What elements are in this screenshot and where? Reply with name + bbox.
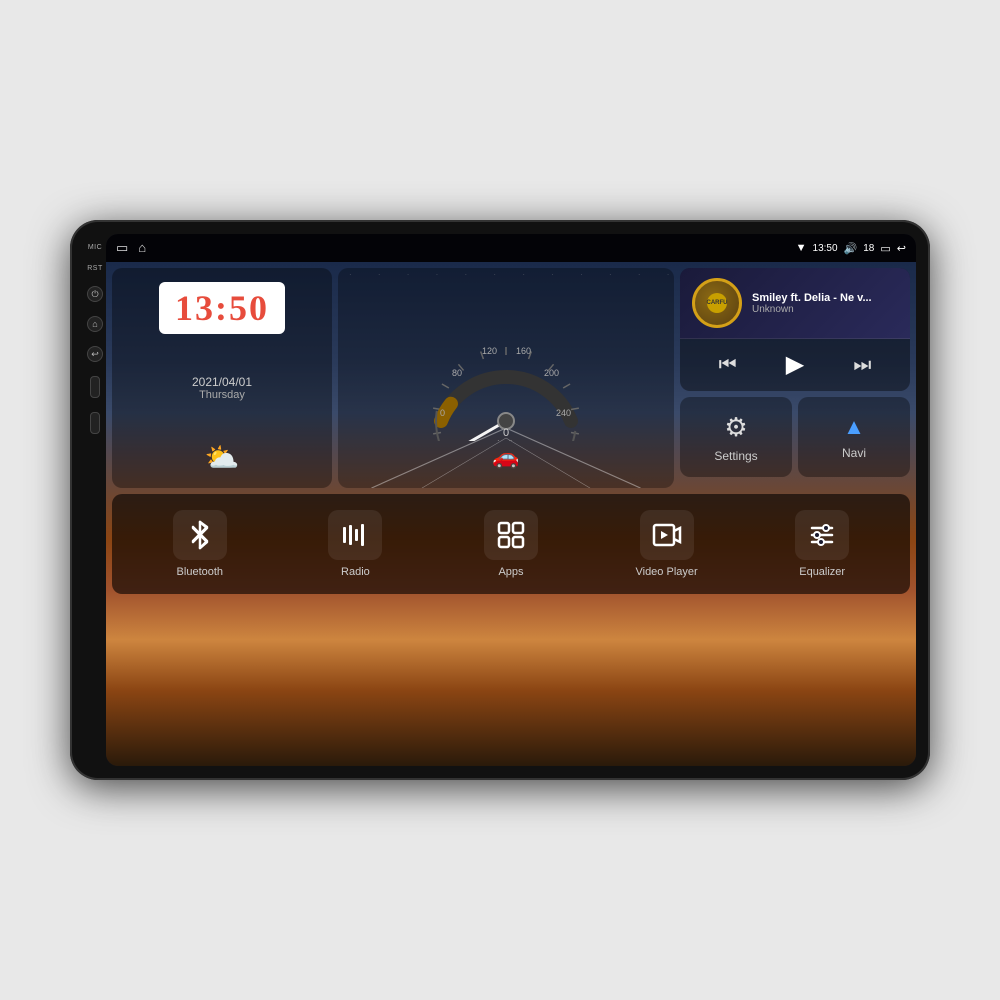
home-side-button[interactable]: ⌂ <box>87 316 103 332</box>
video-icon <box>652 523 682 547</box>
next-button[interactable]: ⏭ <box>853 355 871 375</box>
radio-icon <box>341 523 369 547</box>
rst-label: RST <box>87 265 103 272</box>
date-info: 2021/04/01 Thursday <box>192 375 252 401</box>
vol-up-button[interactable] <box>90 376 100 398</box>
music-panel: CARFU Smiley ft. Delia - Ne v... Unknown… <box>680 268 910 391</box>
back-side-button[interactable]: ↩ <box>87 346 103 362</box>
vol-down-button[interactable] <box>90 412 100 434</box>
equalizer-item[interactable]: Equalizer <box>744 510 900 578</box>
power-button[interactable]: ⏻ <box>87 286 103 302</box>
speedometer-panel: 0 80 120 160 200 240 0 km/h <box>338 268 674 488</box>
settings-navi-row: ⚙ Settings ▲ Navi <box>680 397 910 477</box>
music-header: CARFU Smiley ft. Delia - Ne v... Unknown <box>680 268 910 339</box>
navi-icon: ▲ <box>843 414 865 440</box>
volume-level: 18 <box>863 243 874 254</box>
day-text: Thursday <box>192 389 252 401</box>
navi-label: Navi <box>842 446 866 460</box>
video-player-item[interactable]: Video Player <box>589 510 745 578</box>
svg-text:0: 0 <box>503 427 509 439</box>
main-screen: ▭ ⌂ ▼ 13:50 🔊 18 ▭ ↩ 13:50 <box>106 234 916 766</box>
status-left: ▭ ⌂ <box>116 240 146 256</box>
video-label: Video Player <box>635 566 697 578</box>
clock-minutes: 50 <box>229 288 269 328</box>
equalizer-label: Equalizer <box>799 566 845 578</box>
equalizer-icon <box>808 521 836 549</box>
speedometer-gauge: 0 80 120 160 200 240 0 km/h <box>426 311 586 446</box>
bottom-bar: Bluetooth Radio <box>112 494 910 594</box>
main-content: 13:50 2021/04/01 Thursday ⛅ <box>106 262 916 766</box>
radio-label: Radio <box>341 566 370 578</box>
svg-text:80: 80 <box>452 368 462 378</box>
play-button[interactable]: ▶ <box>786 353 804 377</box>
music-artist: Unknown <box>752 304 898 315</box>
back-icon[interactable]: ↩ <box>897 242 906 255</box>
apps-label: Apps <box>498 566 523 578</box>
album-art: CARFU <box>692 278 742 328</box>
weather-icon: ⛅ <box>205 441 240 474</box>
prev-button[interactable]: ⏮ <box>719 355 737 375</box>
volume-icon: 🔊 <box>844 242 858 255</box>
clock-hours: 13 <box>175 288 215 328</box>
bluetooth-icon <box>187 520 213 550</box>
side-button-panel: MIC RST ⏻ ⌂ ↩ <box>84 234 106 766</box>
date-text: 2021/04/01 <box>192 375 252 389</box>
apps-icon <box>497 521 525 549</box>
battery-icon: ▭ <box>880 242 890 255</box>
music-info: Smiley ft. Delia - Ne v... Unknown <box>752 292 898 315</box>
settings-card[interactable]: ⚙ Settings <box>680 397 792 477</box>
equalizer-icon-wrap <box>795 510 849 560</box>
time-display: 13:50 <box>813 243 838 254</box>
car-icon: 🚗 <box>492 444 519 470</box>
svg-text:160: 160 <box>516 346 531 356</box>
settings-icon: ⚙ <box>724 412 747 443</box>
bluetooth-icon-wrap <box>173 510 227 560</box>
svg-text:120: 120 <box>482 346 497 356</box>
svg-text:200: 200 <box>544 368 559 378</box>
apps-icon-wrap <box>484 510 538 560</box>
status-bar: ▭ ⌂ ▼ 13:50 🔊 18 ▭ ↩ <box>106 234 916 262</box>
svg-text:km/h: km/h <box>497 439 514 441</box>
album-label: CARFU <box>707 293 727 313</box>
mic-label: MIC <box>88 244 102 251</box>
radio-icon-wrap <box>328 510 382 560</box>
svg-text:240: 240 <box>556 408 571 418</box>
clock-display: 13:50 <box>159 282 285 334</box>
bluetooth-label: Bluetooth <box>177 566 223 578</box>
recent-apps-icon[interactable]: ▭ <box>116 240 128 256</box>
bluetooth-item[interactable]: Bluetooth <box>122 510 278 578</box>
top-row: 13:50 2021/04/01 Thursday ⛅ <box>112 268 910 488</box>
video-icon-wrap <box>640 510 694 560</box>
music-title: Smiley ft. Delia - Ne v... <box>752 292 898 304</box>
radio-item[interactable]: Radio <box>278 510 434 578</box>
wifi-icon: ▼ <box>796 242 807 254</box>
settings-label: Settings <box>714 449 757 463</box>
status-right: ▼ 13:50 🔊 18 ▭ ↩ <box>796 242 906 255</box>
apps-item[interactable]: Apps <box>433 510 589 578</box>
svg-text:0: 0 <box>440 408 445 418</box>
home-icon[interactable]: ⌂ <box>138 240 146 256</box>
music-controls: ⏮ ▶ ⏭ <box>680 339 910 391</box>
clock-panel: 13:50 2021/04/01 Thursday ⛅ <box>112 268 332 488</box>
navi-card[interactable]: ▲ Navi <box>798 397 910 477</box>
car-head-unit: MIC RST ⏻ ⌂ ↩ ▭ ⌂ ▼ 13:50 🔊 18 ▭ ↩ <box>70 220 930 780</box>
